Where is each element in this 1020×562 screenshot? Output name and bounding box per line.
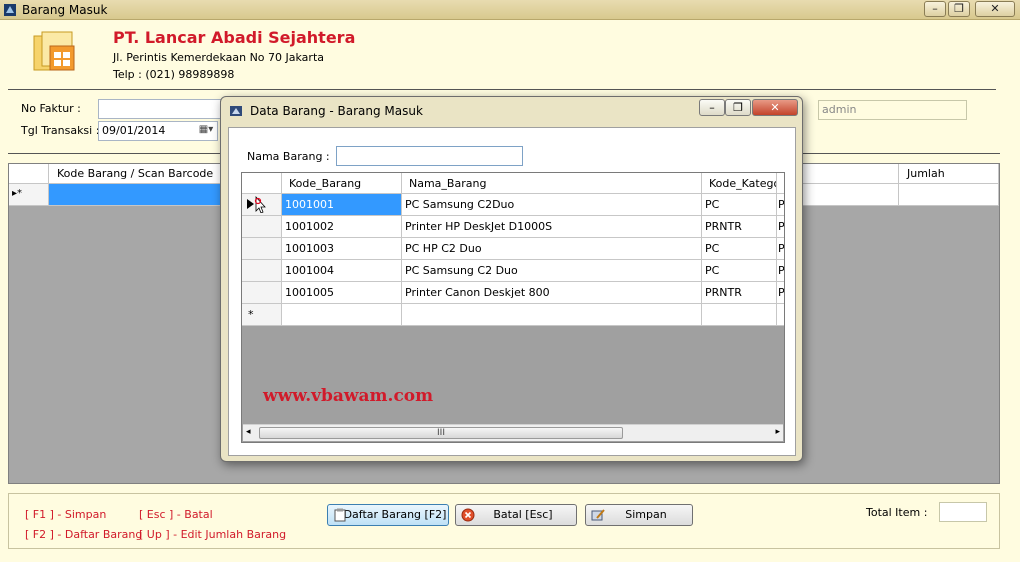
minimize-icon: – — [709, 101, 715, 114]
new-row-marker[interactable]: * — [242, 304, 282, 326]
column-header-jumlah[interactable]: Jumlah — [899, 164, 999, 184]
header-divider — [8, 89, 996, 90]
column-header-hidden[interactable] — [801, 164, 899, 184]
column-header-kode-barang[interactable]: Kode_Barang — [282, 173, 402, 194]
batal-button[interactable]: Batal [Esc] — [455, 504, 577, 526]
table-cell[interactable]: PRNTR — [702, 216, 777, 238]
horizontal-scrollbar[interactable]: ◂ III ▸ — [243, 424, 783, 441]
company-phone: Telp : (021) 98989898 — [113, 68, 235, 81]
table-cell[interactable] — [702, 304, 777, 326]
column-header-kode-barang[interactable]: Kode Barang / Scan Barcode — [49, 164, 221, 184]
dialog-minimize-button[interactable]: – — [699, 99, 725, 116]
close-icon: ✕ — [770, 101, 780, 114]
no-faktur-input[interactable] — [98, 99, 222, 119]
row-selector[interactable] — [242, 216, 282, 238]
clipboard-icon — [334, 508, 346, 522]
nama-barang-label: Nama Barang : — [247, 150, 330, 163]
tgl-transaksi-picker[interactable]: 09/01/2014 ▦▾ — [98, 121, 218, 141]
company-name: PT. Lancar Abadi Sejahtera — [113, 28, 356, 47]
maximize-icon: ❐ — [733, 101, 743, 114]
bottom-panel: [ F1 ] - Simpan [ Esc ] - Batal [ F2 ] -… — [8, 493, 1000, 549]
table-cell[interactable]: PC — [702, 238, 777, 260]
table-cell[interactable]: PC — [702, 260, 777, 282]
shortcut-edit-jumlah: [ Up ] - Edit Jumlah Barang — [139, 528, 287, 541]
nama-barang-search-input[interactable] — [336, 146, 523, 166]
current-row-arrow-icon — [247, 195, 266, 213]
restore-button[interactable]: ❐ — [948, 1, 970, 17]
daftar-barang-label: Daftar Barang [F2] — [343, 508, 447, 521]
column-header-truncated[interactable] — [777, 173, 784, 194]
scroll-right-icon[interactable]: ▸ — [775, 427, 780, 437]
shortcut-batal: [ Esc ] - Batal — [139, 508, 213, 521]
watermark: www.vbawam.com — [263, 386, 434, 406]
row-selector[interactable] — [242, 282, 282, 304]
table-cell[interactable]: P — [777, 216, 784, 238]
table-cell[interactable] — [282, 304, 402, 326]
table-cell[interactable]: 1001001 — [282, 194, 402, 216]
simpan-button[interactable]: Simpan — [585, 504, 693, 526]
new-row-marker[interactable]: ▸* — [9, 184, 49, 206]
no-faktur-label: No Faktur : — [21, 102, 81, 115]
company-logo — [33, 31, 75, 71]
column-header-nama-barang[interactable]: Nama_Barang — [402, 173, 702, 194]
grid-corner-header — [242, 173, 282, 194]
data-barang-dialog[interactable]: Data Barang - Barang Masuk – ❐ ✕ Nama Ba… — [220, 96, 803, 462]
table-cell[interactable]: Printer Canon Deskjet 800 — [402, 282, 702, 304]
grid-corner-header — [9, 164, 49, 184]
total-item-label: Total Item : — [866, 506, 928, 519]
table-cell[interactable]: P — [777, 260, 784, 282]
table-cell[interactable]: 1001005 — [282, 282, 402, 304]
app-icon — [4, 4, 16, 16]
table-cell[interactable]: PC HP C2 Duo — [402, 238, 702, 260]
kode-barang-cell[interactable] — [49, 184, 221, 206]
minimize-button[interactable]: – — [924, 1, 946, 17]
dialog-maximize-button[interactable]: ❐ — [725, 99, 751, 116]
window-title: Barang Masuk — [22, 3, 108, 17]
column-header-kode-kategori[interactable]: Kode_Kategori — [702, 173, 777, 194]
scrollbar-thumb[interactable]: III — [259, 427, 623, 439]
table-cell[interactable] — [777, 304, 784, 326]
save-icon — [591, 509, 605, 521]
grid-cell[interactable] — [801, 184, 899, 206]
shortcut-simpan: [ F1 ] - Simpan — [25, 508, 107, 521]
titlebar[interactable]: Barang Masuk – ❐ ✕ — [0, 0, 1020, 20]
table-cell[interactable]: P — [777, 238, 784, 260]
close-button[interactable]: ✕ — [975, 1, 1015, 17]
total-item-field — [939, 502, 987, 522]
minimize-icon: – — [932, 2, 938, 15]
table-cell[interactable]: 1001002 — [282, 216, 402, 238]
table-cell[interactable]: 1001003 — [282, 238, 402, 260]
row-selector[interactable] — [242, 260, 282, 282]
table-cell[interactable]: PC Samsung C2Duo — [402, 194, 702, 216]
scroll-left-icon[interactable]: ◂ — [246, 427, 251, 437]
batal-label: Batal [Esc] — [493, 508, 553, 521]
restore-icon: ❐ — [954, 2, 964, 15]
dialog-client-area: Nama Barang : Kode_Barang Nama_Barang Ko… — [228, 127, 796, 456]
jumlah-cell[interactable] — [899, 184, 999, 206]
tgl-transaksi-label: Tgl Transaksi : — [21, 124, 100, 137]
user-field: admin — [818, 100, 967, 120]
grip-icon: III — [437, 428, 445, 438]
table-cell[interactable]: PC — [702, 194, 777, 216]
simpan-label: Simpan — [625, 508, 667, 521]
table-cell[interactable]: Printer HP DeskJet D1000S — [402, 216, 702, 238]
table-cell[interactable]: PRNTR — [702, 282, 777, 304]
daftar-barang-button[interactable]: Daftar Barang [F2] — [327, 504, 449, 526]
row-selector[interactable] — [242, 238, 282, 260]
close-icon: ✕ — [990, 2, 1000, 15]
cancel-icon — [461, 508, 475, 522]
shortcut-daftar-barang: [ F2 ] - Daftar Barang — [25, 528, 143, 541]
row-selector-current[interactable] — [242, 194, 282, 216]
dialog-title: Data Barang - Barang Masuk — [250, 104, 423, 118]
calendar-dropdown-icon[interactable]: ▦▾ — [197, 124, 215, 138]
table-cell[interactable] — [402, 304, 702, 326]
table-cell[interactable]: P — [777, 282, 784, 304]
dialog-app-icon — [230, 106, 242, 116]
table-cell[interactable]: PC Samsung C2 Duo — [402, 260, 702, 282]
table-cell[interactable]: 1001004 — [282, 260, 402, 282]
dialog-close-button[interactable]: ✕ — [752, 99, 798, 116]
tgl-transaksi-value: 09/01/2014 — [102, 124, 166, 137]
table-cell[interactable]: P — [777, 194, 784, 216]
company-address: Jl. Perintis Kemerdekaan No 70 Jakarta — [113, 51, 324, 64]
